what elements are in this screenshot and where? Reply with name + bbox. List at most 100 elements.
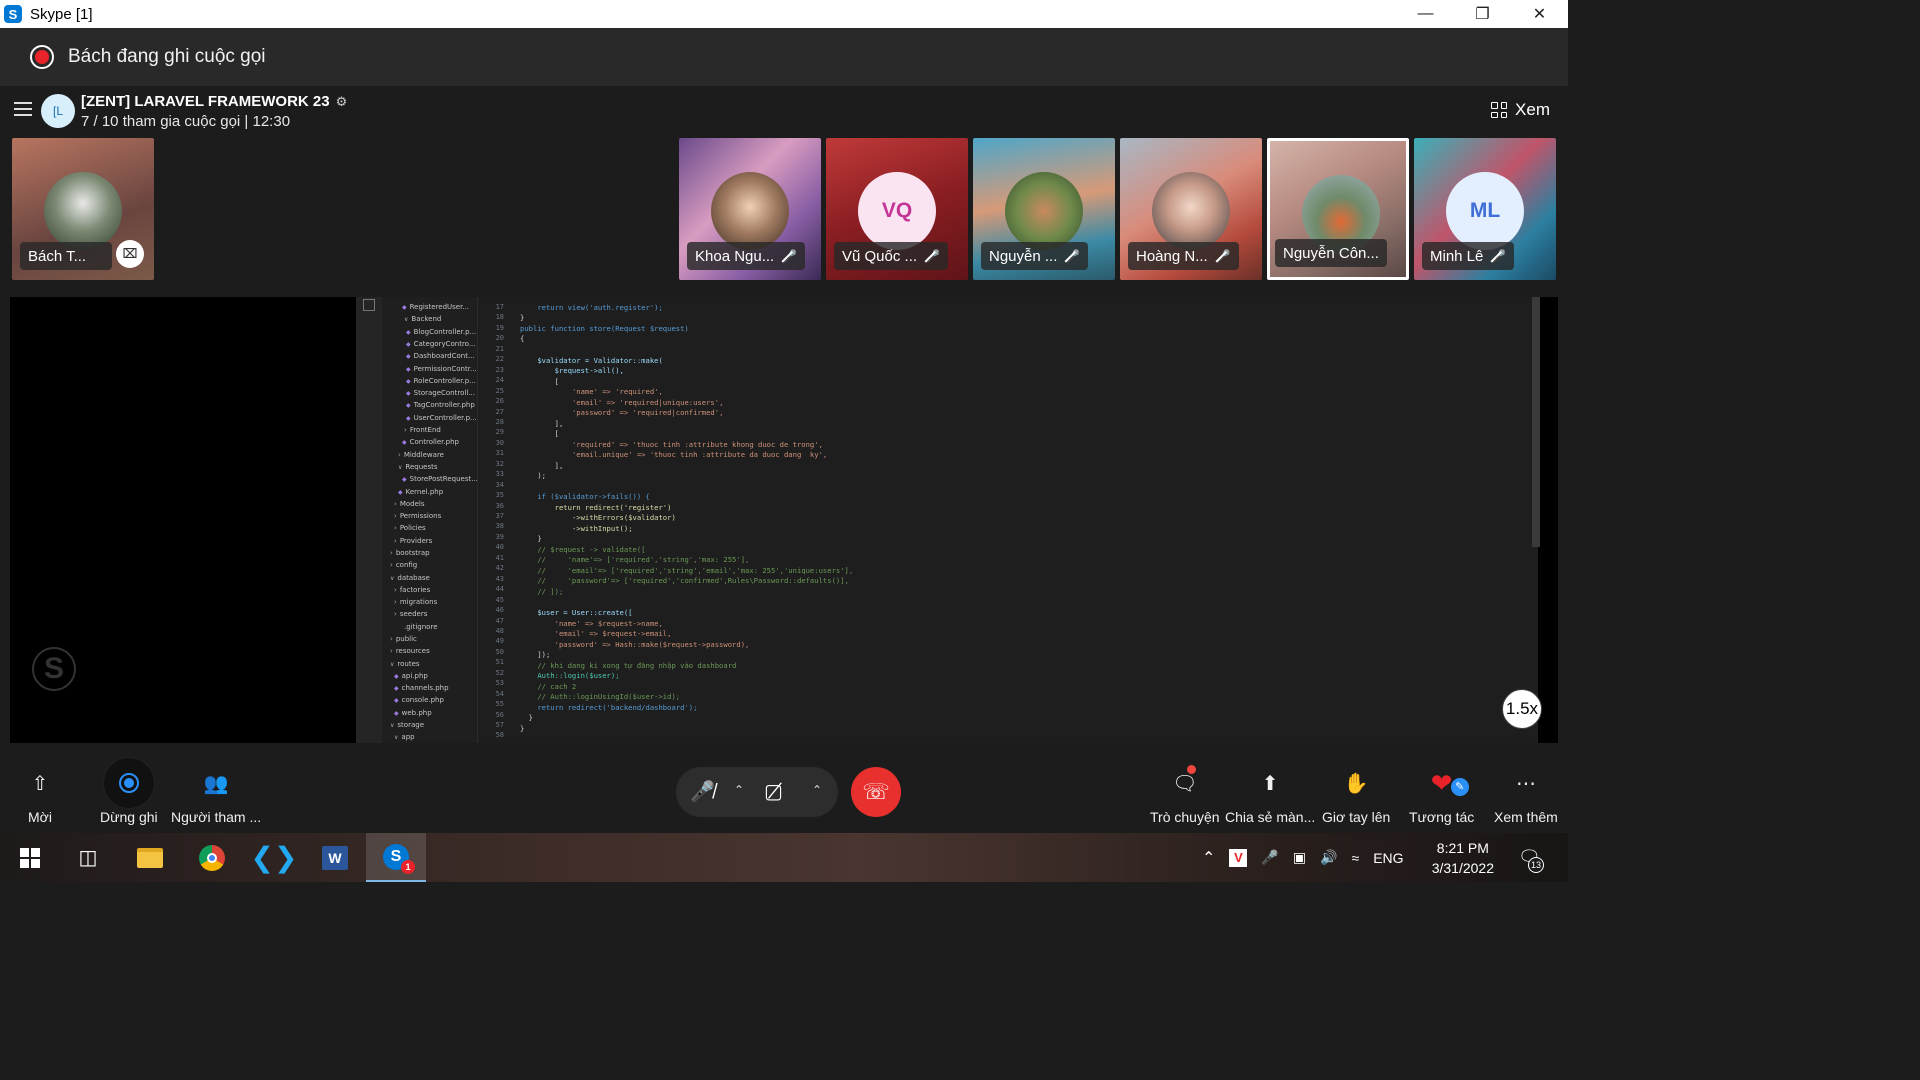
start-button[interactable] — [0, 833, 60, 882]
code-line: 'email' => 'required|unique:users', — [571, 398, 724, 407]
stop-recording-button[interactable] — [103, 757, 155, 809]
microphone-icon[interactable]: 🎤 — [1261, 849, 1278, 866]
line-number: 17 — [495, 303, 504, 311]
restore-button[interactable]: ❐ — [1454, 0, 1511, 28]
chevron-up-icon[interactable]: ⌃ — [1202, 848, 1215, 868]
vivaldi-icon[interactable]: V — [1229, 848, 1248, 867]
skype-app[interactable]: S1 — [366, 833, 426, 882]
code-line: 'password' => Hash::make($request->passw… — [554, 640, 750, 649]
code-line: ->withInput(); — [571, 524, 633, 533]
code-line: 'email.unique' => 'thuoc tinh :attribute… — [571, 450, 828, 459]
chevron-up-icon[interactable]: ⌃ — [734, 783, 744, 797]
group-name[interactable]: [ZENT] LARAVEL FRAMEWORK 23 ⚙ — [81, 93, 347, 110]
code-line: } — [520, 724, 525, 733]
code-line: if ($validator->fails()) { — [537, 492, 650, 501]
chrome-icon — [199, 844, 225, 871]
line-number: 21 — [495, 344, 504, 353]
invite-button[interactable]: ⇧ Mời — [28, 767, 52, 826]
code-line: $user = User::create([ — [537, 608, 633, 617]
participants-button[interactable]: 👥 Người tham ... — [171, 767, 261, 826]
participant-tile-active-speaker[interactable]: Nguyễn Côn... — [1267, 138, 1409, 280]
avatar: ML — [1446, 172, 1524, 250]
shared-screen-stage[interactable]: S RegisteredUser... Backend BlogControll… — [10, 297, 1558, 743]
taskbar-clock[interactable]: 8:21 PM 3/31/2022 — [1432, 838, 1494, 878]
battery-icon[interactable]: ▣ — [1293, 849, 1306, 866]
wifi-icon[interactable]: ≈ — [1352, 850, 1360, 866]
self-video-tile[interactable]: Bách T... ⌧ — [12, 138, 154, 280]
participant-tile[interactable]: ML Minh Lê 🎤 — [1414, 138, 1556, 280]
stop-recording-label: Dừng ghi — [100, 809, 158, 825]
volume-icon[interactable]: 🔊 — [1320, 849, 1337, 866]
line-number: 52 — [495, 668, 504, 677]
more-dots-icon: ⋯ — [1515, 772, 1536, 795]
hamburger-menu-icon[interactable] — [14, 102, 32, 116]
grid-icon — [1491, 102, 1508, 118]
chat-icon: 🗨 — [1172, 765, 1197, 799]
word-icon: W — [322, 845, 348, 870]
line-number: 23 — [495, 365, 504, 374]
close-button[interactable]: ✕ — [1511, 0, 1568, 28]
participant-tile[interactable]: Hoàng N... 🎤 — [1120, 138, 1262, 280]
chrome-app[interactable] — [182, 833, 242, 882]
skype-icon: S — [4, 5, 22, 23]
camera-off-button[interactable]: ▢̸ — [764, 779, 783, 804]
code-line: { — [520, 334, 525, 343]
call-controls-bar: ⇧ Mời Dừng ghi 👥 Người tham ... 🎤̸ ⌃ ▢̸ … — [0, 743, 1568, 833]
gear-icon[interactable]: ⚙ — [336, 94, 348, 110]
raise-hand-button[interactable]: ✋ Giơ tay lên — [1322, 767, 1390, 826]
line-number: 48 — [495, 626, 504, 635]
action-center-button[interactable]: 🗨 13 — [1518, 833, 1544, 882]
tree-item: console.php — [394, 696, 488, 704]
word-app[interactable]: W — [305, 833, 365, 882]
code-line: $request->all(), — [554, 366, 624, 375]
view-layout-button[interactable]: Xem — [1491, 100, 1550, 120]
avatar: VQ — [858, 172, 936, 250]
participant-tile[interactable]: Khoa Ngu... 🎤 — [679, 138, 821, 280]
file-explorer-app[interactable] — [120, 833, 180, 882]
participant-tile[interactable]: VQ Vũ Quốc ... 🎤 — [826, 138, 968, 280]
vscode-app[interactable]: ❮❯ — [244, 833, 304, 882]
share-screen-button[interactable]: ⬆ Chia sẻ màn... — [1225, 767, 1315, 826]
more-button[interactable]: ⋯ Xem thêm — [1494, 767, 1558, 826]
code-line: } — [528, 713, 533, 722]
stop-sharing-icon[interactable]: ⌧ — [116, 240, 144, 268]
stage-scrollbar[interactable] — [1532, 297, 1540, 547]
line-number: 50 — [495, 647, 504, 656]
line-number: 33 — [495, 470, 504, 479]
mic-off-button[interactable]: 🎤̸ — [690, 779, 715, 804]
line-number: 49 — [495, 637, 504, 646]
line-number: 43 — [495, 574, 504, 583]
system-tray: ⌃ V 🎤 ▣ 🔊 ≈ ENG — [1202, 833, 1404, 882]
chat-button[interactable]: 🗨 Trò chuyện — [1150, 765, 1220, 825]
line-number: 27 — [495, 407, 504, 416]
mic-off-icon: 🎤 — [782, 249, 798, 263]
line-number: 20 — [495, 334, 504, 343]
playback-speed-badge[interactable]: 1.5x — [1502, 689, 1542, 729]
react-button[interactable]: ❤ ✎ Tương tác — [1409, 767, 1474, 826]
record-icon — [119, 773, 139, 793]
code-line: // cach 2 — [537, 682, 577, 691]
line-number: 56 — [495, 710, 504, 719]
code-line: return redirect('register') — [554, 503, 672, 512]
line-number: 45 — [495, 595, 504, 604]
share-upload-icon: ⇧ — [31, 772, 49, 795]
chevron-up-icon[interactable]: ⌃ — [812, 783, 822, 797]
participant-tile[interactable]: Nguyễn ... 🎤 — [973, 138, 1115, 280]
code-line: 'required' => 'thuoc tinh :attribute kho… — [571, 440, 823, 449]
line-number: 39 — [495, 532, 504, 541]
end-call-button[interactable]: ☏ — [851, 767, 901, 817]
notification-count: 13 — [1528, 857, 1544, 873]
line-number: 47 — [495, 616, 504, 625]
group-avatar[interactable]: [L — [41, 94, 75, 128]
skype-watermark-icon: S — [32, 647, 76, 691]
window-titlebar: S Skype [1] — ❐ ✕ — [0, 0, 1568, 28]
tree-item: web.php — [394, 709, 488, 717]
tree-item: bootstrap — [390, 549, 484, 557]
line-number: 40 — [495, 543, 504, 552]
task-view-button[interactable]: ◫ — [58, 833, 118, 882]
code-line: public function store(Request $request) — [520, 324, 689, 333]
minimize-button[interactable]: — — [1397, 0, 1454, 28]
language-indicator[interactable]: ENG — [1373, 850, 1403, 866]
recording-banner: Bách đang ghi cuộc gọi — [0, 28, 1568, 86]
line-number: 36 — [495, 501, 504, 510]
